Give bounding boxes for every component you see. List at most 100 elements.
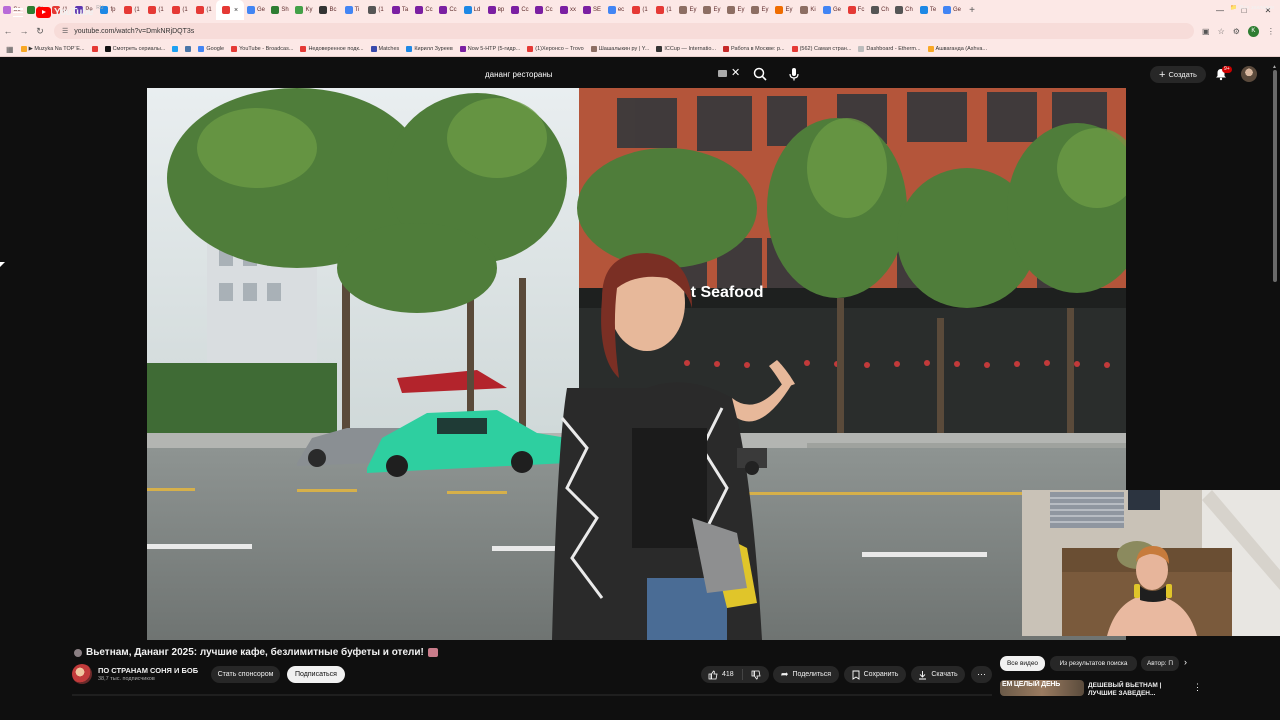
browser-tab[interactable]: (1 xyxy=(120,0,144,20)
related-video-thumbnail[interactable]: ЕМ ЦЕЛЫЙ ДЕНЬ xyxy=(1000,680,1084,696)
page-scrollbar[interactable]: ▲ ▼ xyxy=(1272,64,1278,696)
url-field[interactable]: ☰ youtube.com/watch?v=DmkNRjDQT3s xyxy=(54,23,1194,39)
chip-all-videos[interactable]: Все видео xyxy=(1000,656,1045,671)
chip-author[interactable]: Автор: П xyxy=(1141,656,1179,671)
bookmark-item[interactable] xyxy=(172,46,179,52)
browser-tab[interactable]: Ti xyxy=(340,0,364,20)
close-tab-icon[interactable]: × xyxy=(234,7,238,14)
channel-avatar[interactable] xyxy=(72,664,92,684)
browser-tab[interactable]: Ey xyxy=(772,0,796,20)
bookmark-star-icon[interactable]: ☆ xyxy=(1218,27,1225,36)
browser-tab[interactable]: (1 xyxy=(628,0,652,20)
related-video-title[interactable]: ДЕШЕВЫЙ ВЬЕТНАМ | ЛУЧШИЕ ЗАВЕДЕН... xyxy=(1088,682,1184,698)
bookmark-item[interactable]: Работа в Москве: р... xyxy=(722,46,785,52)
tab-favicon-icon xyxy=(632,6,641,14)
browser-tab[interactable]: Ey xyxy=(676,0,700,20)
bookmark-item[interactable]: Недоверенное подк... xyxy=(300,46,364,52)
new-tab-icon[interactable]: + xyxy=(964,5,980,16)
all-bookmarks[interactable]: 📁 Все закладки xyxy=(1230,0,1274,15)
browser-tab[interactable]: xx xyxy=(556,0,580,20)
extensions-icon[interactable]: ⚙ xyxy=(1233,27,1240,36)
channel-name[interactable]: ПО СТРАНАМ СОНЯ И БОБ xyxy=(98,666,198,675)
bookmark-item[interactable]: Ашваганда (Ashva... xyxy=(927,46,987,52)
bookmark-item[interactable]: (562) Самая стран... xyxy=(791,46,851,52)
browser-tab[interactable]: × xyxy=(216,0,244,20)
microphone-icon[interactable] xyxy=(787,66,801,82)
bookmark-item[interactable]: Кирилл Зуреев xyxy=(406,46,453,52)
bookmark-item[interactable] xyxy=(185,46,192,52)
like-button[interactable]: 418 xyxy=(701,669,743,680)
bookmark-item[interactable]: Dashboard - Etherm... xyxy=(858,46,921,52)
install-app-icon[interactable]: ▣ xyxy=(1202,27,1210,36)
search-icon[interactable] xyxy=(752,66,768,82)
bookmark-item[interactable] xyxy=(91,46,98,52)
video-player[interactable]: ant Seafood xyxy=(147,88,1126,640)
sponsor-button[interactable]: Стать спонсором xyxy=(211,666,280,683)
account-avatar[interactable] xyxy=(1241,66,1257,82)
browser-tab[interactable]: (1 xyxy=(364,0,388,20)
hamburger-menu-icon[interactable] xyxy=(13,8,23,17)
browser-tab[interactable]: Ge xyxy=(244,0,268,20)
browser-tab[interactable]: ec xyxy=(604,0,628,20)
bookmark-item[interactable]: Шашалыкин ру | Y... xyxy=(590,46,649,52)
browser-tab[interactable]: Ge xyxy=(940,0,964,20)
browser-tab[interactable]: SE xyxy=(580,0,604,20)
download-button[interactable]: Скачать xyxy=(911,666,965,683)
browser-tab[interactable]: Ch xyxy=(868,0,892,20)
clear-search-icon[interactable]: ✕ xyxy=(731,66,740,79)
bookmark-item[interactable]: Now 5-HTP (5-гидр... xyxy=(459,46,521,52)
browser-tab[interactable]: Cс xyxy=(412,0,436,20)
browser-tab[interactable]: Te xyxy=(916,0,940,20)
forward-icon[interactable]: → xyxy=(16,26,32,36)
apps-icon[interactable]: ▦ xyxy=(6,45,14,54)
browser-tab[interactable]: Ki xyxy=(796,0,820,20)
browser-tab[interactable]: Ky xyxy=(292,0,316,20)
bookmark-item[interactable]: Matches xyxy=(370,46,399,52)
browser-tab[interactable]: Cс xyxy=(508,0,532,20)
more-vertical-icon[interactable]: ⋮ xyxy=(1193,682,1202,693)
youtube-logo[interactable]: YouTube RU xyxy=(36,5,103,18)
minimize-icon[interactable]: — xyxy=(1208,0,1232,20)
more-actions-button[interactable]: ⋯ xyxy=(971,666,992,683)
browser-tab[interactable]: Bc xyxy=(316,0,340,20)
bookmark-label: Now 5-HTP (5-гидр... xyxy=(467,46,521,52)
browser-tab[interactable]: Ge xyxy=(820,0,844,20)
browser-menu-icon[interactable]: ⋮ xyxy=(1267,27,1275,36)
bookmark-item[interactable]: ICCup — Internatio... xyxy=(656,46,716,52)
bookmark-item[interactable]: (1)Xеронсо – Trovo xyxy=(527,46,584,52)
scrollbar-thumb[interactable] xyxy=(1273,70,1277,282)
browser-tab[interactable]: (1 xyxy=(144,0,168,20)
browser-tab[interactable]: Cс xyxy=(532,0,556,20)
subscribe-button[interactable]: Подписаться xyxy=(287,666,345,683)
browser-tab[interactable]: Ey xyxy=(748,0,772,20)
bookmark-item[interactable]: Google xyxy=(198,46,224,52)
bookmark-item[interactable]: ▶ Muzyka Na TOP¨E... xyxy=(20,46,85,52)
dislike-button[interactable] xyxy=(743,670,769,680)
browser-tab[interactable]: Ld xyxy=(460,0,484,20)
browser-tab[interactable]: Cс xyxy=(436,0,460,20)
browser-tab[interactable]: (1 xyxy=(192,0,216,20)
browser-tab[interactable]: Ch xyxy=(892,0,916,20)
browser-tab[interactable]: вр xyxy=(484,0,508,20)
chevron-right-icon[interactable]: › xyxy=(1184,657,1187,667)
bookmark-item[interactable]: YouTube - Broadcas... xyxy=(231,46,293,52)
reload-icon[interactable]: ↻ xyxy=(32,26,48,37)
browser-tab[interactable]: Ey xyxy=(700,0,724,20)
bookmark-item[interactable]: Смотреть сериалы... xyxy=(104,46,165,52)
browser-tab[interactable]: Sh xyxy=(268,0,292,20)
save-button[interactable]: Сохранить xyxy=(844,666,906,683)
browser-tab[interactable]: Ey xyxy=(724,0,748,20)
browser-tab[interactable]: Ta xyxy=(388,0,412,20)
create-button[interactable]: + Создать xyxy=(1150,66,1206,83)
search-input[interactable]: дананг рестораны xyxy=(479,64,746,85)
browser-tab[interactable]: Fc xyxy=(844,0,868,20)
bookmark-favicon-icon xyxy=(527,46,534,52)
back-icon[interactable]: ← xyxy=(0,26,16,36)
browser-tab[interactable]: (1 xyxy=(652,0,676,20)
chip-from-search[interactable]: Из результатов поиска xyxy=(1050,656,1137,671)
site-info-icon[interactable]: ☰ xyxy=(62,27,68,35)
share-button[interactable]: ➦ Поделиться xyxy=(773,666,839,683)
browser-tab[interactable]: (1 xyxy=(168,0,192,20)
profile-avatar[interactable]: K xyxy=(1247,25,1259,37)
keyboard-icon[interactable] xyxy=(718,70,727,77)
